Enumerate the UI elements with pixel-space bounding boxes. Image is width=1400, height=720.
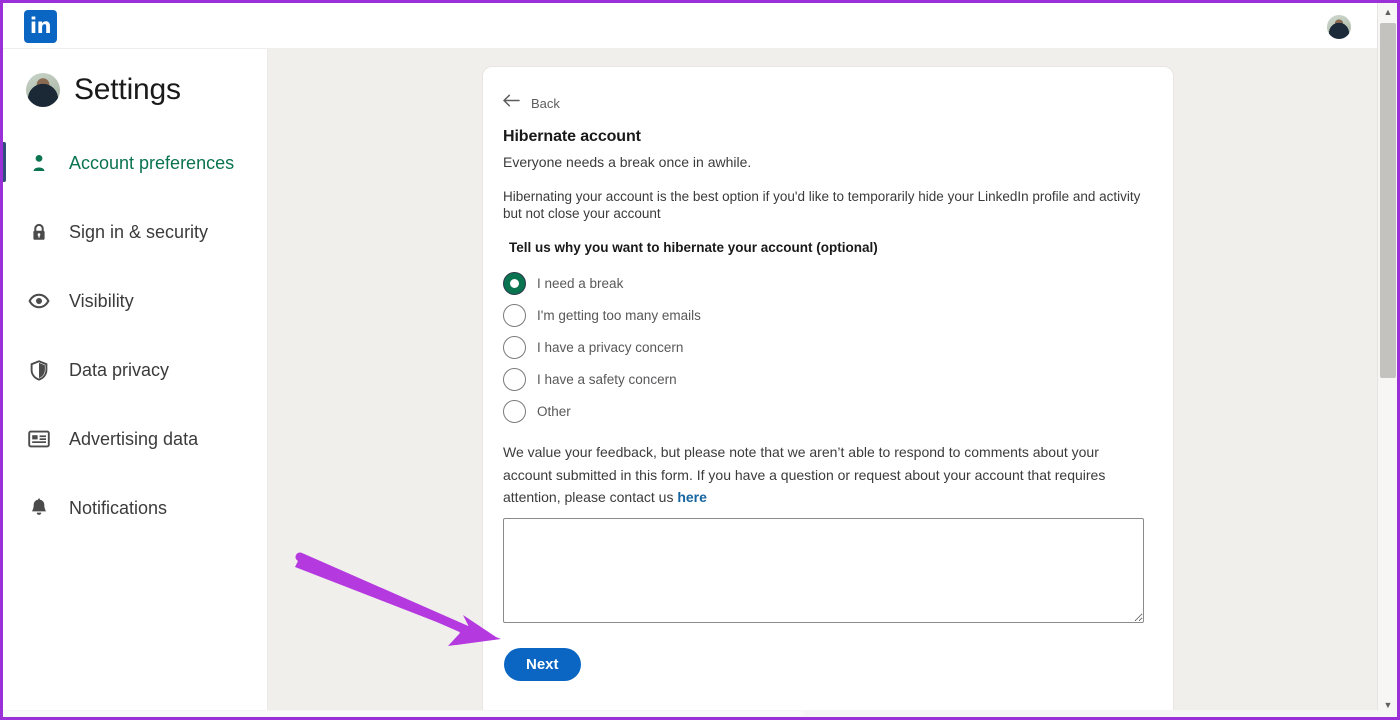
sidebar-item-label: Account preferences bbox=[69, 152, 235, 173]
sidebar-item-label: Sign in & security bbox=[69, 221, 209, 242]
browser-viewport: in Settings Account preferences Sign in … bbox=[0, 0, 1400, 720]
id-card-icon bbox=[28, 428, 50, 450]
eye-icon bbox=[28, 290, 50, 312]
radio-option-label: I have a privacy concern bbox=[537, 339, 684, 355]
user-avatar-icon[interactable] bbox=[1327, 15, 1351, 39]
radio-option-privacy-concern[interactable]: I have a privacy concern bbox=[503, 333, 1151, 361]
sidebar-nav: Account preferences Sign in & security V… bbox=[3, 139, 267, 532]
settings-sidebar: Settings Account preferences Sign in & s… bbox=[3, 49, 268, 717]
radio-option-i-need-a-break[interactable]: I need a break bbox=[503, 269, 1151, 297]
radio-option-other[interactable]: Other bbox=[503, 397, 1151, 425]
sidebar-item-label: Data privacy bbox=[69, 359, 170, 380]
card-title: Hibernate account bbox=[503, 128, 641, 145]
vertical-scrollbar-thumb[interactable] bbox=[1380, 23, 1396, 378]
hibernate-account-card: Back Hibernate account Everyone needs a … bbox=[483, 67, 1173, 717]
horizontal-scrollbar[interactable] bbox=[3, 710, 1397, 717]
radio-option-label: Other bbox=[537, 403, 571, 419]
page-title: Settings bbox=[74, 73, 181, 106]
feedback-note-text: We value your feedback, but please note … bbox=[503, 444, 1106, 505]
sidebar-item-notifications[interactable]: Notifications bbox=[3, 484, 267, 532]
person-icon bbox=[28, 152, 50, 174]
vertical-scrollbar[interactable]: ▲ ▼ bbox=[1377, 3, 1397, 714]
hibernate-reason-radio-group: I need a break I'm getting too many emai… bbox=[503, 269, 1151, 425]
contact-us-link[interactable]: here bbox=[677, 489, 707, 505]
sidebar-item-visibility[interactable]: Visibility bbox=[3, 277, 267, 325]
radio-option-label: I'm getting too many emails bbox=[537, 307, 701, 323]
back-label: Back bbox=[531, 95, 560, 111]
back-button[interactable]: Back bbox=[503, 94, 560, 112]
arrow-left-icon bbox=[503, 94, 520, 112]
sidebar-item-data-privacy[interactable]: Data privacy bbox=[3, 346, 267, 394]
comment-textarea[interactable] bbox=[503, 517, 1144, 623]
card-description: Hibernating your account is the best opt… bbox=[503, 189, 1141, 221]
feedback-note: We value your feedback, but please note … bbox=[503, 441, 1151, 509]
bell-icon bbox=[28, 497, 50, 519]
caret-up-icon[interactable]: ▲ bbox=[1378, 3, 1397, 21]
radio-button-icon[interactable] bbox=[503, 335, 526, 359]
radio-option-label: I have a safety concern bbox=[537, 371, 677, 387]
radio-option-label: I need a break bbox=[537, 275, 624, 291]
sidebar-item-account-preferences[interactable]: Account preferences bbox=[3, 139, 267, 187]
radio-option-safety-concern[interactable]: I have a safety concern bbox=[503, 365, 1151, 393]
sidebar-item-advertising-data[interactable]: Advertising data bbox=[3, 415, 267, 463]
card-subtitle: Everyone needs a break once in awhile. bbox=[503, 154, 752, 170]
avatar bbox=[26, 73, 60, 107]
next-button[interactable]: Next bbox=[504, 647, 581, 681]
sidebar-item-label: Advertising data bbox=[69, 428, 199, 449]
shield-icon bbox=[28, 359, 50, 381]
sidebar-item-sign-in-security[interactable]: Sign in & security bbox=[3, 208, 267, 256]
linkedin-logo-text: in bbox=[29, 14, 52, 38]
radio-button-icon[interactable] bbox=[503, 271, 526, 295]
sidebar-item-label: Notifications bbox=[69, 497, 168, 518]
radio-button-icon[interactable] bbox=[503, 303, 526, 327]
settings-header: Settings bbox=[3, 49, 267, 107]
radio-button-icon[interactable] bbox=[503, 367, 526, 391]
radio-group-legend: Tell us why you want to hibernate your a… bbox=[509, 240, 878, 255]
radio-option-too-many-emails[interactable]: I'm getting too many emails bbox=[503, 301, 1151, 329]
horizontal-scrollbar-thumb[interactable] bbox=[4, 711, 804, 716]
linkedin-logo-icon[interactable]: in bbox=[24, 10, 57, 43]
lock-icon bbox=[28, 221, 50, 243]
global-top-bar: in bbox=[3, 3, 1380, 49]
settings-content-area: Back Hibernate account Everyone needs a … bbox=[268, 49, 1380, 717]
radio-button-icon[interactable] bbox=[503, 399, 526, 423]
sidebar-item-label: Visibility bbox=[69, 290, 134, 311]
